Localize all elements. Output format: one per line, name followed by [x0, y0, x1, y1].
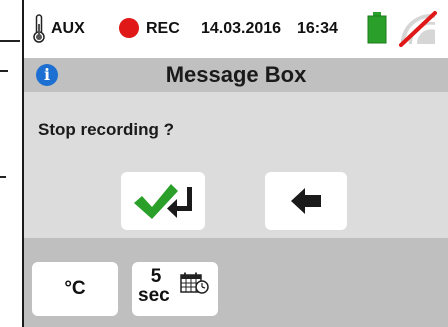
- date-display: 14.03.2016: [201, 20, 282, 37]
- dialog-title: Message Box: [165, 62, 307, 87]
- dialog-message: Stop recording ?: [38, 120, 174, 139]
- thermometer-icon: [33, 14, 45, 43]
- wifi-off-icon: [399, 11, 437, 47]
- rec-label: REC: [146, 20, 180, 37]
- left-margin: [0, 0, 22, 327]
- info-icon: i: [36, 64, 58, 86]
- interval-button[interactable]: 5 sec: [132, 262, 218, 316]
- temperature-unit-button[interactable]: °C: [32, 262, 118, 316]
- battery-icon: [367, 12, 387, 44]
- margin-tick: [0, 40, 20, 42]
- dialog-title-bar: i Message Box: [24, 58, 448, 92]
- check-enter-icon: [134, 184, 192, 219]
- status-bar: AUX REC 14.03.2016 16:34: [24, 0, 448, 58]
- calendar-clock-icon: [180, 272, 209, 294]
- time-display: 16:34: [297, 20, 338, 37]
- device-screen: AUX REC 14.03.2016 16:34 i Message Box S…: [22, 0, 448, 327]
- bottom-bar: °C 5 sec: [24, 238, 448, 327]
- confirm-button[interactable]: [121, 172, 205, 230]
- back-arrow-icon: [291, 188, 321, 214]
- margin-tick: [0, 176, 6, 178]
- rec-dot-icon: [119, 18, 139, 38]
- dialog-content: Stop recording ?: [24, 92, 448, 238]
- temperature-unit-label: °C: [64, 278, 86, 299]
- aux-label: AUX: [51, 20, 85, 37]
- margin-tick: [0, 70, 8, 72]
- back-button[interactable]: [265, 172, 347, 230]
- interval-unit: sec: [138, 285, 170, 306]
